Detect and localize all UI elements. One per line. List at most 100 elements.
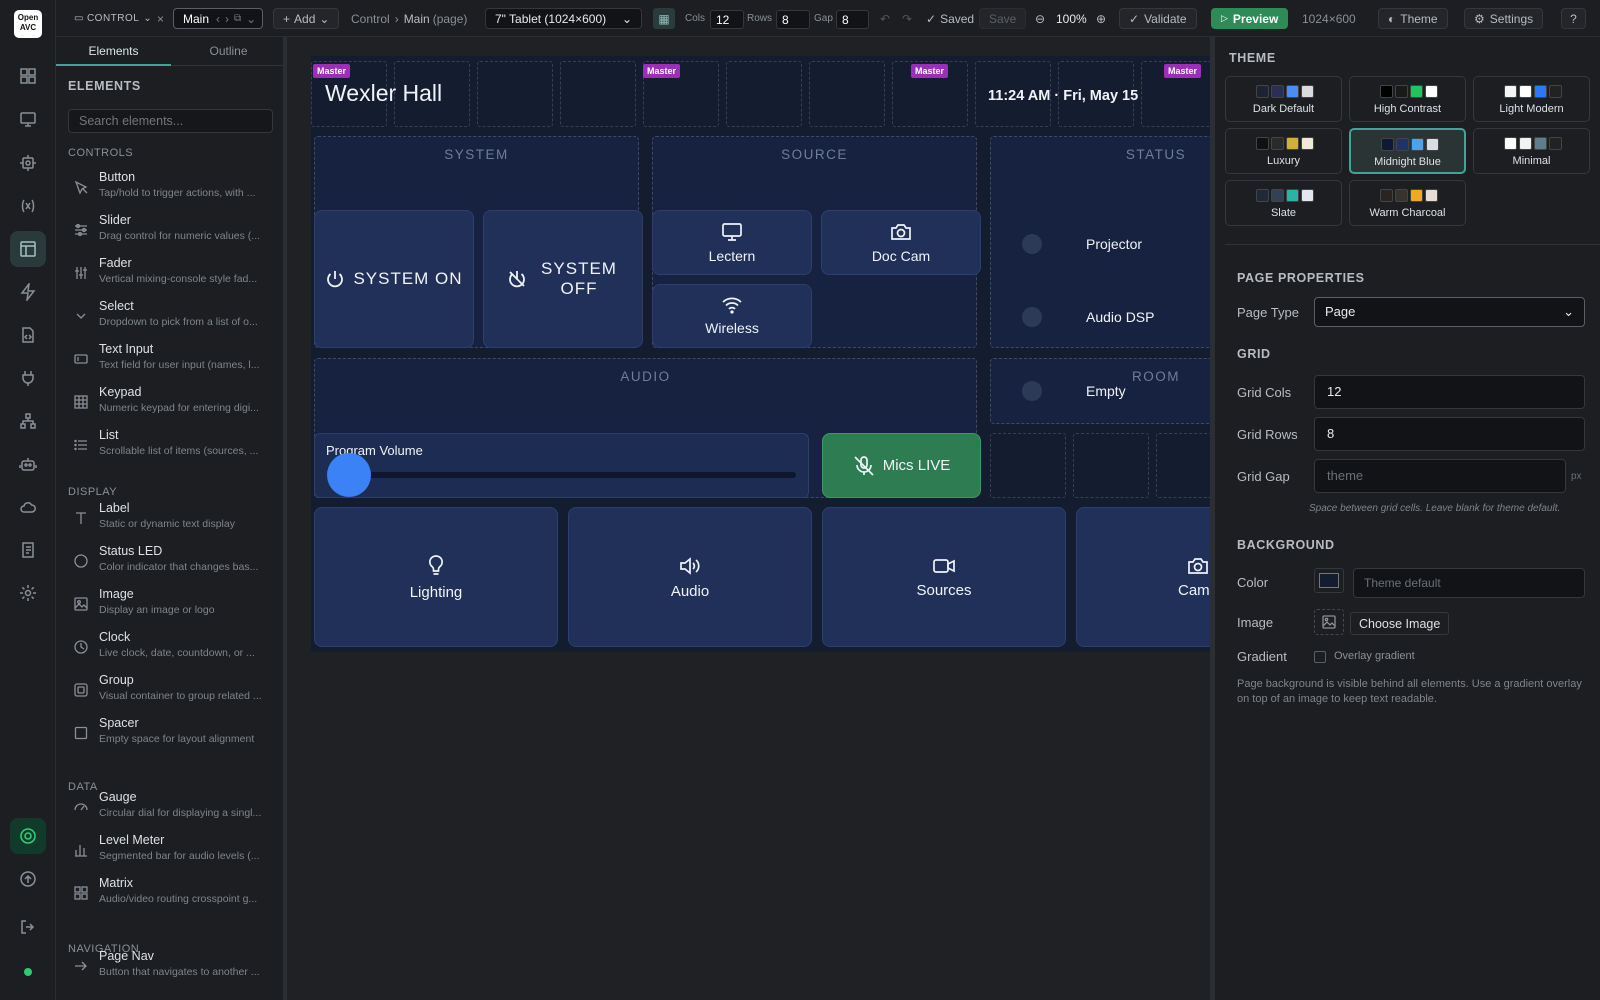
- page-tab-main[interactable]: Main ‹ › ⧉ ⌄: [173, 8, 263, 29]
- element-item-status-led[interactable]: Status LED Color indicator that changes b…: [68, 542, 278, 582]
- gap-input[interactable]: 8: [836, 10, 869, 29]
- log-icon[interactable]: [10, 532, 46, 568]
- gear-icon[interactable]: [10, 575, 46, 611]
- element-item-group[interactable]: Group Visual container to group related .…: [68, 671, 278, 711]
- source-wireless-button[interactable]: Wireless: [652, 284, 812, 348]
- theme-option-midnight-blue[interactable]: Midnight Blue: [1349, 128, 1466, 174]
- volume-thumb[interactable]: [327, 453, 371, 497]
- left-nav: Open AVC: [0, 0, 56, 1000]
- nav-sources-button[interactable]: Sources: [822, 507, 1066, 647]
- theme-button[interactable]: ◐ Theme: [1378, 8, 1448, 29]
- tab-elements[interactable]: Elements: [56, 37, 171, 66]
- help-button[interactable]: ?: [1561, 8, 1586, 29]
- logout-icon[interactable]: [10, 909, 46, 945]
- element-item-text-input[interactable]: Text Input Text field for user input (nam…: [68, 340, 278, 380]
- tab-outline[interactable]: Outline: [171, 37, 286, 66]
- monitor-icon[interactable]: [10, 101, 46, 137]
- zoom-out-icon[interactable]: ⊖: [1035, 8, 1045, 29]
- redo-icon[interactable]: ↷: [902, 8, 912, 29]
- source-doccam-button[interactable]: Doc Cam: [821, 210, 981, 275]
- program-volume-slider[interactable]: Program Volume: [314, 433, 809, 498]
- undo-icon[interactable]: ↶: [880, 8, 890, 29]
- page-type-select[interactable]: Page ⌄: [1314, 297, 1585, 327]
- chevron-down-icon[interactable]: ⌄: [246, 12, 256, 26]
- lightning-icon[interactable]: [10, 274, 46, 310]
- nav-camera-button[interactable]: Came: [1076, 507, 1216, 647]
- settings-button[interactable]: ⚙ Settings: [1464, 8, 1544, 29]
- element-item-gauge[interactable]: Gauge Circular dial for displaying a sing…: [68, 788, 278, 828]
- page-title[interactable]: Wexler Hall: [325, 80, 442, 107]
- cols-input[interactable]: 12: [710, 10, 744, 29]
- element-item-select[interactable]: Select Dropdown to pick from a list of o.…: [68, 297, 278, 337]
- robot-icon[interactable]: [10, 446, 46, 482]
- theme-option-slate[interactable]: Slate: [1225, 180, 1342, 226]
- chevron-down-icon: ⌄: [319, 11, 330, 26]
- theme-swatch: [1271, 137, 1284, 150]
- upload-icon[interactable]: [10, 861, 46, 897]
- theme-swatch: [1534, 137, 1547, 150]
- element-item-matrix[interactable]: Matrix Audio/video routing crosspoint g..…: [68, 874, 278, 914]
- chevron-right-icon[interactable]: ›: [225, 12, 229, 26]
- zoom-in-icon[interactable]: ⊕: [1096, 8, 1106, 29]
- chip-icon[interactable]: [10, 145, 46, 181]
- script-icon[interactable]: [10, 317, 46, 353]
- element-item-fader[interactable]: Fader Vertical mixing-console style fad..…: [68, 254, 278, 294]
- network-icon[interactable]: [10, 403, 46, 439]
- chevron-left-icon[interactable]: ‹: [216, 12, 220, 26]
- source-lectern-button[interactable]: Lectern: [652, 210, 812, 275]
- system-on-button[interactable]: SYSTEM ON: [314, 210, 474, 348]
- project-selector[interactable]: ▭ CONTROL ⌄: [74, 8, 152, 29]
- grid-toggle-icon[interactable]: ▦: [653, 8, 675, 29]
- save-button[interactable]: Save: [979, 8, 1027, 29]
- grid-rows-label: Grid Rows: [1237, 427, 1298, 442]
- element-item-keypad[interactable]: Keypad Numeric keypad for entering digi..…: [68, 383, 278, 423]
- theme-option-warm-charcoal[interactable]: Warm Charcoal: [1349, 180, 1466, 226]
- search-input[interactable]: [68, 109, 273, 133]
- clock-label[interactable]: 11:24 AM · Fri, May 15: [988, 88, 1138, 104]
- element-item-label[interactable]: Label Static or dynamic text display: [68, 499, 278, 539]
- theme-option-luxury[interactable]: Luxury: [1225, 128, 1342, 174]
- group-room-title: ROOM: [1132, 369, 1180, 384]
- element-item-slider[interactable]: Slider Drag control for numeric values (.…: [68, 211, 278, 251]
- overlay-gradient-checkbox[interactable]: [1314, 651, 1326, 663]
- variable-icon[interactable]: [10, 188, 46, 224]
- grid-gap-input[interactable]: theme: [1314, 459, 1566, 493]
- element-item-level-meter[interactable]: Level Meter Segmented bar for audio level…: [68, 831, 278, 871]
- element-item-button[interactable]: Button Tap/hold to trigger actions, with …: [68, 168, 278, 208]
- grid-rows-input[interactable]: 8: [1314, 417, 1585, 451]
- nav-lighting-button[interactable]: Lighting: [314, 507, 558, 647]
- theme-option-dark-default[interactable]: Dark Default: [1225, 76, 1342, 122]
- system-off-button[interactable]: SYSTEM OFF: [483, 210, 643, 348]
- copy-icon[interactable]: ⧉: [234, 13, 241, 24]
- grid-cols-input[interactable]: 12: [1314, 375, 1585, 409]
- validate-button[interactable]: ✓ Validate: [1119, 8, 1197, 29]
- status-icon[interactable]: [10, 818, 46, 854]
- grid-cols-label: Grid Cols: [1237, 385, 1292, 400]
- close-icon[interactable]: ×: [157, 8, 164, 29]
- cloud-icon[interactable]: [10, 489, 46, 525]
- mics-live-button[interactable]: Mics LIVE: [822, 433, 981, 498]
- element-item-list[interactable]: List Scrollable list of items (sources, .…: [68, 426, 278, 466]
- image-icon[interactable]: [1314, 609, 1344, 635]
- color-input[interactable]: Theme default: [1353, 568, 1585, 598]
- element-item-page-nav[interactable]: Page Nav Button that navigates to another…: [68, 947, 278, 987]
- element-item-spacer[interactable]: Spacer Empty space for layout alignment: [68, 714, 278, 754]
- nav-audio-button[interactable]: Audio: [568, 507, 812, 647]
- ui-builder-icon[interactable]: [10, 231, 46, 267]
- preview-button[interactable]: ▷ Preview: [1211, 8, 1289, 29]
- volume-track[interactable]: [331, 472, 796, 478]
- choose-image-button[interactable]: Choose Image: [1350, 612, 1450, 635]
- section-controls: CONTROLS: [68, 147, 134, 159]
- add-button[interactable]: + Add ⌄: [273, 8, 340, 29]
- breadcrumb-root[interactable]: Control: [351, 12, 390, 26]
- theme-option-minimal[interactable]: Minimal: [1473, 128, 1590, 174]
- element-item-clock[interactable]: Clock Live clock, date, countdown, or ...: [68, 628, 278, 668]
- device-select[interactable]: 7" Tablet (1024×600) ⌄: [485, 8, 642, 29]
- rows-input[interactable]: 8: [776, 10, 810, 29]
- plug-icon[interactable]: [10, 360, 46, 396]
- element-item-image[interactable]: Image Display an image or logo: [68, 585, 278, 625]
- dashboard-icon[interactable]: [10, 58, 46, 94]
- theme-option-high-contrast[interactable]: High Contrast: [1349, 76, 1466, 122]
- color-swatch[interactable]: [1314, 568, 1344, 593]
- theme-option-light-modern[interactable]: Light Modern: [1473, 76, 1590, 122]
